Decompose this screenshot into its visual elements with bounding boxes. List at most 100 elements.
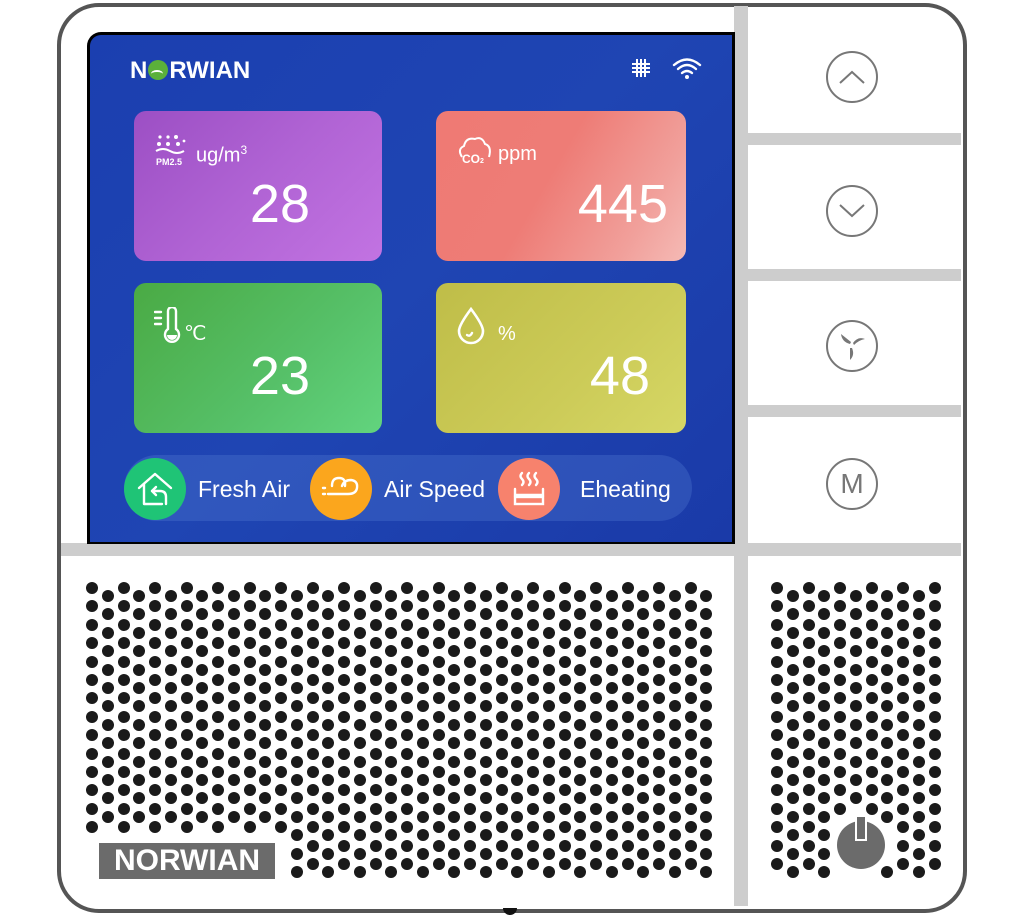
grille-hole: [133, 755, 146, 768]
grille-hole: [865, 710, 878, 723]
grille-hole: [771, 766, 783, 778]
grille-hole: [912, 626, 925, 639]
grille-hole: [771, 655, 783, 668]
grille-hole: [401, 766, 413, 778]
grille-hole: [605, 626, 618, 639]
grille-hole: [621, 766, 634, 778]
grille-hole: [558, 692, 571, 705]
grille-hole: [290, 755, 303, 768]
grille-hole: [306, 600, 319, 613]
grille-hole: [700, 847, 713, 860]
power-button[interactable]: [837, 817, 885, 869]
button-divider: [748, 133, 961, 145]
grille-hole: [259, 663, 272, 676]
grille-hole: [928, 600, 941, 613]
grille-hole: [448, 663, 461, 676]
grille-hole: [180, 674, 193, 686]
grille-hole: [818, 847, 831, 860]
grille-hole: [605, 737, 618, 750]
grille-hole: [495, 839, 508, 852]
button-divider: [748, 405, 961, 417]
grille-hole: [432, 582, 445, 594]
grille-hole: [802, 839, 815, 852]
grille-hole: [684, 618, 697, 631]
grille-hole: [369, 766, 382, 778]
grille-hole: [306, 747, 319, 760]
grille-hole: [542, 866, 555, 878]
grille-hole: [227, 663, 240, 676]
grille-hole: [897, 747, 909, 760]
grille-hole: [164, 682, 177, 694]
grille-hole: [353, 737, 366, 750]
grille-hole: [802, 692, 815, 705]
grille-hole: [668, 829, 681, 842]
grille-hole: [558, 637, 571, 650]
mode-eheating[interactable]: Eheating: [498, 458, 671, 520]
grille-hole: [684, 747, 697, 760]
grille-hole: [196, 718, 209, 731]
grille-hole: [668, 663, 681, 676]
grille-hole: [865, 674, 878, 686]
grille-hole: [227, 682, 240, 694]
grille-hole: [86, 655, 98, 668]
grille-hole: [849, 590, 862, 602]
grille-hole: [558, 729, 571, 742]
grille-hole: [290, 718, 303, 731]
grille-hole: [511, 663, 524, 676]
grille-hole: [928, 858, 941, 870]
grille-hole: [322, 626, 335, 639]
grille-hole: [881, 718, 894, 731]
grille-hole: [881, 626, 894, 639]
mode-fresh-air[interactable]: Fresh Air: [124, 458, 290, 520]
grille-hole: [369, 839, 382, 852]
grille-hole: [668, 626, 681, 639]
grille-hole: [275, 710, 287, 723]
grille-hole: [802, 637, 815, 650]
grille-hole: [180, 784, 193, 797]
fan-button[interactable]: [826, 320, 878, 372]
grille-hole: [495, 766, 508, 778]
grille-hole: [117, 784, 130, 797]
grille-hole: [786, 866, 799, 878]
brand-logo: N RWIAN: [130, 57, 250, 85]
grille-hole: [928, 766, 941, 778]
grille-hole: [101, 682, 114, 694]
grille-hole: [243, 692, 256, 705]
grille-hole: [786, 737, 799, 750]
grille-hole: [432, 600, 445, 613]
grille-hole: [86, 802, 98, 815]
horizontal-divider: [61, 543, 961, 556]
grille-hole: [786, 829, 799, 842]
up-button[interactable]: [826, 51, 878, 103]
mode-button[interactable]: M: [826, 458, 878, 510]
grille-hole: [306, 802, 319, 815]
down-button[interactable]: [826, 185, 878, 237]
grille-hole: [479, 626, 492, 639]
grille-hole: [771, 618, 783, 631]
grille-hole: [574, 626, 587, 639]
grille-hole: [479, 590, 492, 602]
grille-hole: [621, 655, 634, 668]
grille-hole: [290, 866, 303, 878]
grille-hole: [684, 710, 697, 723]
grille-hole: [605, 590, 618, 602]
grille-hole: [527, 655, 539, 668]
grille-hole: [338, 618, 350, 631]
grille-hole: [495, 618, 508, 631]
mount-nub: [503, 908, 517, 915]
house-return-icon: [137, 472, 173, 506]
grille-hole: [668, 718, 681, 731]
grille-hole: [164, 590, 177, 602]
grille-hole: [306, 582, 319, 594]
wind-icon: [321, 476, 359, 496]
grille-hole: [101, 663, 114, 676]
grille-hole: [653, 582, 665, 594]
grille-hole: [834, 766, 846, 778]
grille-hole: [164, 663, 177, 676]
mode-air-speed[interactable]: Air Speed: [310, 458, 485, 520]
grille-hole: [401, 674, 413, 686]
grille-hole: [306, 692, 319, 705]
grille-hole: [834, 655, 846, 668]
grille-hole: [834, 618, 846, 631]
grille-hole: [605, 774, 618, 786]
